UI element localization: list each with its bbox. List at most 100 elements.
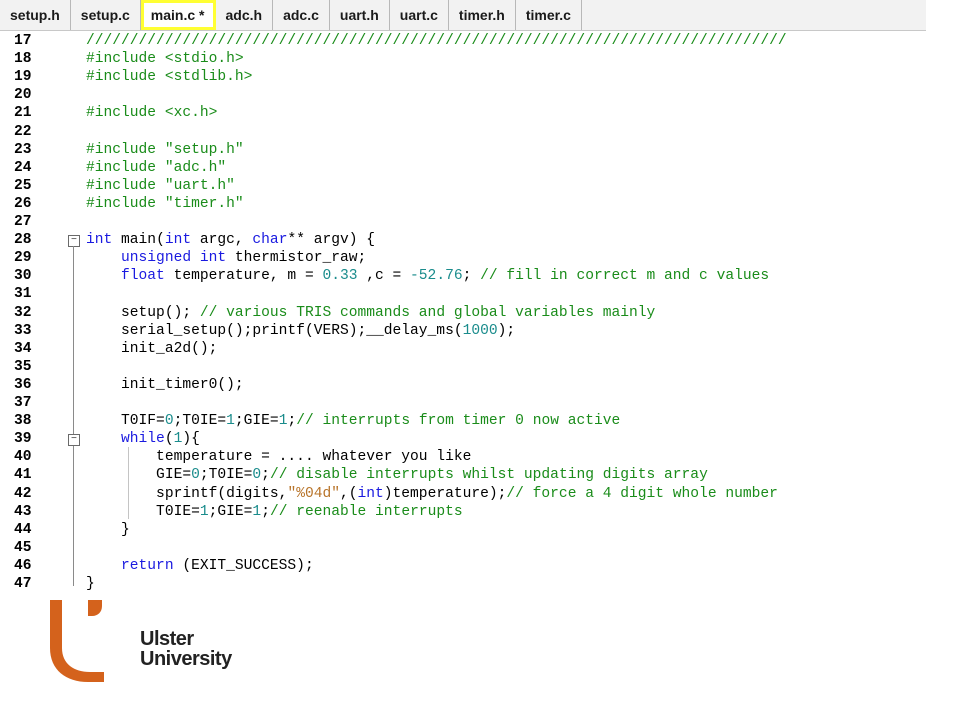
code-token: #include "adc.h" [86, 159, 227, 176]
line-number: 41 [14, 467, 32, 484]
code-token: ( [164, 431, 174, 448]
line-number: 37 [14, 395, 32, 411]
line-number: 21 [14, 105, 32, 122]
code-token: // various TRIS commands and global vari… [199, 304, 656, 321]
code-token: 0.33 [322, 268, 358, 285]
code-text-area[interactable]: ////////////////////////////////////////… [86, 31, 926, 599]
code-token: ////////////////////////////////////////… [86, 33, 787, 49]
tab-main-c[interactable]: main.c * [140, 0, 216, 30]
code-line: temperature = .... whatever you like [86, 448, 926, 466]
code-token: 0 [252, 467, 262, 484]
code-token: serial_setup();printf(VERS);__delay_ms( [86, 322, 463, 339]
tab-timer-c[interactable]: timer.c [515, 0, 582, 30]
code-token: float [121, 268, 165, 285]
code-token: (EXIT_SUCCESS); [173, 557, 314, 574]
code-line: setup(); // various TRIS commands and gl… [86, 304, 926, 322]
code-line: T0IE=1;GIE=1;// reenable interrupts [86, 503, 926, 521]
code-token: // force a 4 digit whole number [506, 485, 778, 502]
code-token: temperature, m = [164, 268, 323, 285]
tab-adc-h[interactable]: adc.h [215, 0, 274, 30]
code-token: // reenable interrupts [269, 503, 463, 520]
code-token: 1 [199, 503, 209, 520]
tab-setup-h[interactable]: setup.h [0, 0, 71, 30]
ulster-logo-mark-icon [50, 600, 104, 682]
code-token: setup(); [86, 304, 200, 321]
code-line: } [86, 521, 926, 539]
code-line: #include "uart.h" [86, 177, 926, 195]
code-token: unsigned int [121, 250, 227, 267]
line-number: 31 [14, 286, 32, 303]
code-token: int [357, 485, 384, 502]
line-number: 18 [14, 51, 32, 68]
code-token: } [86, 576, 95, 592]
tab-setup-c[interactable]: setup.c [70, 0, 141, 30]
fold-margin: − − [64, 31, 86, 599]
code-line: #include "timer.h" [86, 195, 926, 213]
code-token: int [164, 232, 192, 249]
code-token: init_a2d(); [86, 340, 218, 357]
code-token: init_timer0(); [86, 376, 244, 393]
line-number: 20 [14, 87, 32, 104]
logo-line-university: University [140, 648, 232, 670]
code-token: ); [497, 322, 516, 339]
code-token: ,c = [357, 268, 411, 285]
line-number: 32 [14, 304, 32, 321]
code-line: ////////////////////////////////////////… [86, 32, 926, 50]
line-number: 40 [14, 449, 32, 466]
code-token: thermistor_raw; [226, 250, 367, 267]
line-number: 33 [14, 322, 32, 339]
code-token: ,( [339, 485, 358, 502]
code-token: ;GIE= [234, 413, 279, 430]
code-line: #include <stdio.h> [86, 50, 926, 68]
code-token: return [121, 557, 174, 574]
code-token: T0IF= [86, 413, 165, 430]
line-number: 19 [14, 69, 32, 86]
line-number: 30 [14, 268, 32, 285]
code-line: init_timer0(); [86, 376, 926, 394]
code-token: sprintf(digits, [86, 485, 288, 502]
code-editor[interactable]: 17 18 19 20 21 22 23 24 25 26 27 28 29 30 31 32 33 34 35 36… [0, 31, 926, 599]
line-number: 22 [14, 123, 32, 140]
fold-toggle-main-icon[interactable]: − [68, 235, 80, 247]
line-number: 46 [14, 557, 32, 574]
line-number: 17 [14, 33, 32, 49]
code-line: #include "setup.h" [86, 141, 926, 159]
line-number: 28 [14, 232, 32, 249]
tab-uart-c[interactable]: uart.c [389, 0, 449, 30]
code-token: #include "setup.h" [86, 141, 244, 158]
code-token: argc, [191, 232, 253, 249]
code-token: T0IE= [86, 503, 200, 520]
line-number: 38 [14, 413, 32, 430]
line-number: 25 [14, 177, 32, 194]
line-number: 45 [14, 539, 32, 556]
line-number: 34 [14, 340, 32, 357]
line-number: 29 [14, 250, 32, 267]
code-line: while(1){ [86, 430, 926, 448]
tab-timer-h[interactable]: timer.h [448, 0, 516, 30]
code-line: #include "adc.h" [86, 159, 926, 177]
code-token: ; [261, 467, 270, 484]
ulster-university-logo: Ulster University [44, 598, 232, 688]
code-token: 1000 [462, 322, 498, 339]
tab-adc-c[interactable]: adc.c [273, 0, 330, 30]
code-line: init_a2d(); [86, 340, 926, 358]
code-token: 0 [191, 467, 200, 484]
code-token: #include "uart.h" [86, 177, 235, 194]
code-line: } [86, 575, 926, 593]
code-line: return (EXIT_SUCCESS); [86, 557, 926, 575]
line-number: 44 [14, 521, 32, 538]
fold-toggle-while-icon[interactable]: − [68, 434, 80, 446]
code-token: } [86, 521, 130, 538]
code-line: #include <stdlib.h> [86, 68, 926, 86]
code-token: ; [261, 503, 270, 520]
code-token: #include <xc.h> [86, 105, 218, 122]
code-token: ** argv) { [287, 232, 376, 249]
code-token: 1 [226, 413, 235, 430]
code-token: temperature = .... whatever you like [86, 449, 472, 466]
line-number: 36 [14, 376, 32, 393]
tab-uart-h[interactable]: uart.h [329, 0, 390, 30]
